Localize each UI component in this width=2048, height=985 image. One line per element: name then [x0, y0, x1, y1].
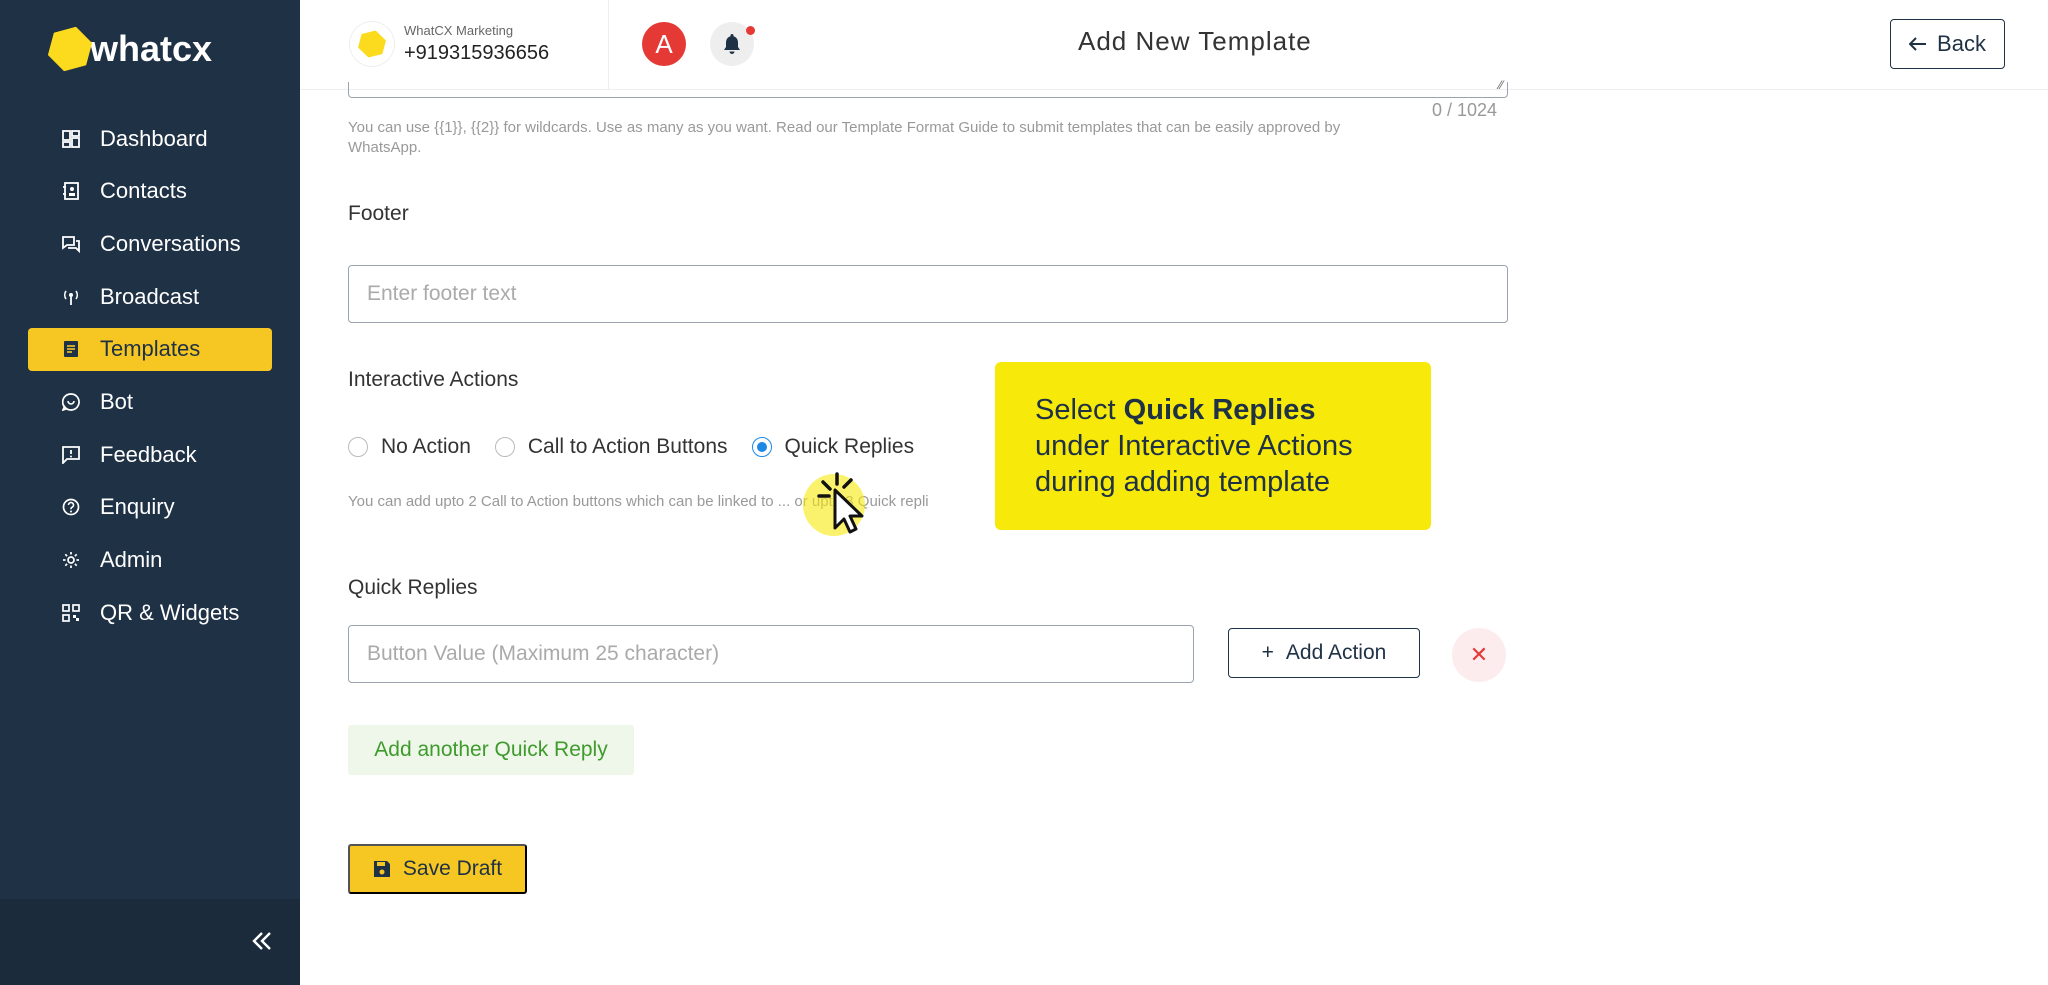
sidebar-item-admin[interactable]: Admin — [28, 539, 272, 582]
sidebar-item-label: Enquiry — [100, 494, 175, 520]
radio-circle[interactable] — [494, 437, 515, 457]
radio-circle-checked[interactable] — [751, 437, 772, 457]
radio-label: No Action — [381, 435, 471, 458]
hex-logo-icon — [355, 27, 389, 61]
click-cursor — [803, 468, 873, 538]
sidebar-item-label: Contacts — [100, 178, 187, 204]
avatar[interactable]: A — [642, 22, 686, 66]
sidebar-item-broadcast[interactable]: Broadcast — [28, 275, 272, 318]
bell-icon — [724, 34, 740, 54]
dashboard-icon — [62, 129, 80, 148]
plus-icon: + — [1261, 641, 1274, 664]
logo: whatcx — [48, 24, 212, 74]
sidebar-item-label: Templates — [100, 336, 201, 362]
sidebar-item-label: Dashboard — [100, 125, 208, 151]
quick-reply-input[interactable]: Button Value (Maximum 25 character) — [348, 625, 1194, 683]
templates-icon — [62, 340, 80, 358]
radio-label: Call to Action Buttons — [527, 435, 728, 458]
sidebar-footer — [0, 899, 300, 985]
sidebar: whatcx Dashboard Contacts Conversations … — [0, 0, 300, 985]
broadcast-icon — [62, 288, 80, 306]
logo-text: whatcx — [90, 28, 213, 69]
contacts-icon — [62, 182, 80, 201]
back-button[interactable]: Back — [1890, 19, 2005, 69]
radio-circle[interactable] — [348, 437, 368, 457]
add-another-quick-reply-button[interactable]: Add another Quick Reply — [348, 725, 634, 775]
body-textarea[interactable]: ⁄⁄ — [348, 78, 1508, 98]
double-chevron-left-icon — [252, 932, 271, 950]
radio-no-action[interactable]: No Action — [348, 435, 471, 459]
collapse-sidebar-button[interactable] — [246, 923, 278, 959]
tutorial-tooltip: Select Quick Replies under Interactive A… — [995, 362, 1431, 530]
interactive-actions-label: Interactive Actions — [348, 368, 519, 391]
add-action-button[interactable]: + Add Action — [1228, 628, 1420, 678]
notifications-button[interactable] — [710, 22, 755, 66]
interactive-actions-radio-group: No Action Call to Action Buttons Quick R… — [348, 435, 938, 459]
sidebar-item-label: Conversations — [100, 230, 241, 256]
save-draft-label: Save Draft — [402, 857, 503, 880]
tooltip-prefix: Select — [1035, 394, 1124, 426]
top-header: WhatCX Marketing +919315936656 A Add New… — [300, 0, 2048, 90]
tooltip-rest: under Interactive Actions during adding … — [1035, 430, 1353, 498]
save-icon — [373, 861, 390, 877]
sidebar-item-feedback[interactable]: Feedback — [28, 433, 272, 476]
feedback-icon — [62, 445, 80, 464]
header-divider — [608, 0, 609, 90]
page-title: Add New Template — [1078, 26, 1312, 56]
sidebar-item-bot[interactable]: Bot — [28, 380, 272, 423]
sidebar-item-contacts[interactable]: Contacts — [28, 170, 272, 213]
footer-input[interactable]: Enter footer text — [348, 265, 1508, 323]
close-icon: ✕ — [1469, 642, 1489, 667]
account-info: WhatCX Marketing +919315936656 — [404, 23, 549, 65]
radio-label: Quick Replies — [784, 435, 915, 458]
pointer-click-icon — [817, 472, 864, 534]
remove-quick-reply-button[interactable]: ✕ — [1452, 628, 1506, 682]
sidebar-item-label: Feedback — [100, 441, 197, 467]
sidebar-item-label: Admin — [100, 547, 163, 572]
body-hint: You can use {{1}}, {{2}} for wildcards. … — [348, 119, 1341, 156]
conversations-icon — [62, 235, 80, 253]
sidebar-item-templates[interactable]: Templates — [28, 327, 272, 371]
notification-dot — [746, 26, 755, 35]
sidebar-nav: Dashboard Contacts Conversations Broadca… — [28, 117, 272, 644]
account-switcher[interactable]: WhatCX Marketing +919315936656 — [350, 22, 549, 66]
arrow-left-icon — [1909, 37, 1927, 51]
radio-quick-replies[interactable]: Quick Replies — [751, 435, 915, 459]
sidebar-item-dashboard[interactable]: Dashboard — [28, 117, 272, 160]
enquiry-icon — [62, 498, 80, 516]
admin-icon — [62, 551, 80, 569]
sidebar-item-label: QR & Widgets — [100, 599, 240, 625]
sidebar-item-conversations[interactable]: Conversations — [28, 222, 272, 265]
sidebar-item-label: Broadcast — [100, 283, 200, 309]
account-name: WhatCX Marketing — [404, 23, 514, 38]
back-button-label: Back — [1937, 31, 1986, 56]
sidebar-item-qr-widgets[interactable]: QR & Widgets — [28, 591, 272, 634]
account-logo — [350, 22, 394, 66]
account-phone: +919315936656 — [404, 42, 550, 64]
resize-grip-icon[interactable]: ⁄⁄ — [1499, 78, 1503, 92]
body-char-counter: 0 / 1024 — [1432, 100, 1498, 120]
tooltip-bold: Quick Replies — [1123, 394, 1316, 426]
sidebar-item-enquiry[interactable]: Enquiry — [28, 486, 272, 529]
quick-replies-label: Quick Replies — [348, 576, 478, 599]
add-action-label: Add Action — [1285, 641, 1387, 664]
save-draft-button[interactable]: Save Draft — [348, 844, 527, 894]
qr-icon — [62, 603, 80, 622]
bot-icon — [62, 393, 80, 411]
sidebar-item-label: Bot — [100, 388, 134, 414]
footer-label: Footer — [348, 202, 409, 225]
radio-call-to-action[interactable]: Call to Action Buttons — [494, 435, 728, 459]
